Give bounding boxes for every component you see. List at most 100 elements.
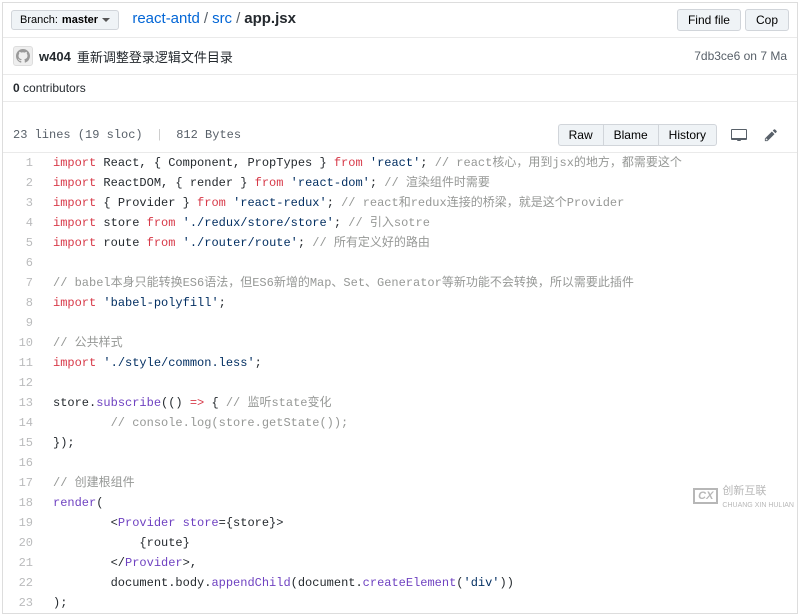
code-line: 20 {route} — [3, 533, 797, 553]
code-line: 5import route from './router/route'; // … — [3, 233, 797, 253]
line-content[interactable]: // 公共样式 — [43, 333, 797, 353]
view-button-group: Raw Blame History — [558, 124, 717, 146]
line-content[interactable]: import React, { Component, PropTypes } f… — [43, 153, 797, 173]
file-lines: 23 lines (19 sloc) — [13, 128, 143, 142]
line-content[interactable]: import route from './router/route'; // 所… — [43, 233, 797, 253]
code-line: 11import './style/common.less'; — [3, 353, 797, 373]
raw-button[interactable]: Raw — [558, 124, 603, 146]
line-number[interactable]: 16 — [3, 453, 43, 473]
code-line: 16 — [3, 453, 797, 473]
branch-name: master — [62, 14, 98, 26]
code-line: 9 — [3, 313, 797, 333]
branch-select-button[interactable]: Branch: master — [11, 10, 119, 30]
commit-bar: w404 重新调整登录逻辑文件目录 7db3ce6 on 7 Ma — [3, 38, 797, 75]
code-line: 7// babel本身只能转换ES6语法，但ES6新增的Map、Set、Gene… — [3, 273, 797, 293]
line-content[interactable] — [43, 313, 797, 333]
line-number[interactable]: 21 — [3, 553, 43, 573]
edit-icon-button[interactable] — [755, 126, 787, 144]
file-info: 23 lines (19 sloc) | 812 Bytes — [13, 128, 241, 142]
line-number[interactable]: 15 — [3, 433, 43, 453]
code-body: 1import React, { Component, PropTypes } … — [3, 153, 797, 613]
line-number[interactable]: 17 — [3, 473, 43, 493]
line-content[interactable]: }); — [43, 433, 797, 453]
desktop-icon-button[interactable] — [723, 126, 755, 144]
code-line: 10// 公共样式 — [3, 333, 797, 353]
octicon-logo-icon — [16, 49, 30, 63]
line-content[interactable]: import ReactDOM, { render } from 'react-… — [43, 173, 797, 193]
line-content[interactable]: import 'babel-polyfill'; — [43, 293, 797, 313]
line-number[interactable]: 14 — [3, 413, 43, 433]
line-content[interactable]: // babel本身只能转换ES6语法，但ES6新增的Map、Set、Gener… — [43, 273, 797, 293]
file-size: 812 Bytes — [176, 128, 241, 142]
file-view-container: Branch: master react-antd / src / app.js… — [2, 2, 798, 614]
breadcrumb-folder[interactable]: src — [212, 10, 232, 27]
line-number[interactable]: 22 — [3, 573, 43, 593]
find-file-button[interactable]: Find file — [677, 9, 741, 31]
line-number[interactable]: 2 — [3, 173, 43, 193]
line-number[interactable]: 4 — [3, 213, 43, 233]
copy-path-button[interactable]: Cop — [745, 9, 789, 31]
code-line: 3import { Provider } from 'react-redux';… — [3, 193, 797, 213]
code-line: 1import React, { Component, PropTypes } … — [3, 153, 797, 173]
breadcrumb: react-antd / src / app.jsx — [132, 10, 296, 27]
line-number[interactable]: 6 — [3, 253, 43, 273]
line-content[interactable]: <Provider store={store}> — [43, 513, 797, 533]
line-number[interactable]: 5 — [3, 233, 43, 253]
branch-label-text: Branch: — [20, 14, 58, 26]
header-right: Find file Cop — [677, 9, 789, 31]
pencil-icon — [763, 128, 779, 142]
code-line: 15}); — [3, 433, 797, 453]
line-number[interactable]: 7 — [3, 273, 43, 293]
line-content[interactable]: import { Provider } from 'react-redux'; … — [43, 193, 797, 213]
line-number[interactable]: 10 — [3, 333, 43, 353]
code-line: 6 — [3, 253, 797, 273]
line-content[interactable]: render( — [43, 493, 797, 513]
line-content[interactable]: ); — [43, 593, 797, 613]
file-toolbar: 23 lines (19 sloc) | 812 Bytes Raw Blame… — [3, 118, 797, 153]
commit-sha[interactable]: 7db3ce6 — [694, 49, 740, 63]
watermark-logo: CX — [693, 488, 718, 504]
line-content[interactable]: {route} — [43, 533, 797, 553]
line-content[interactable]: import './style/common.less'; — [43, 353, 797, 373]
breadcrumb-file: app.jsx — [244, 10, 296, 27]
line-content[interactable]: </Provider>, — [43, 553, 797, 573]
breadcrumb-repo[interactable]: react-antd — [132, 10, 200, 27]
line-number[interactable]: 20 — [3, 533, 43, 553]
line-number[interactable]: 8 — [3, 293, 43, 313]
line-content[interactable]: // 创建根组件 — [43, 473, 797, 493]
line-content[interactable] — [43, 253, 797, 273]
line-content[interactable]: // console.log(store.getState()); — [43, 413, 797, 433]
history-button[interactable]: History — [658, 124, 717, 146]
code-line: 12 — [3, 373, 797, 393]
line-content[interactable]: store.subscribe(() => { // 监听state变化 — [43, 393, 797, 413]
code-line: 18render( — [3, 493, 797, 513]
blame-button[interactable]: Blame — [603, 124, 658, 146]
line-number[interactable]: 23 — [3, 593, 43, 613]
line-content[interactable]: document.body.appendChild(document.creat… — [43, 573, 797, 593]
commit-date: 7 Ma — [760, 49, 787, 63]
code-line: 23); — [3, 593, 797, 613]
line-number[interactable]: 11 — [3, 353, 43, 373]
line-content[interactable]: import store from './redux/store/store';… — [43, 213, 797, 233]
commit-author[interactable]: w404 — [39, 49, 71, 64]
watermark-text: 创新互联 CHUANG XIN HULIAN — [722, 482, 794, 510]
line-number[interactable]: 9 — [3, 313, 43, 333]
watermark: CX 创新互联 CHUANG XIN HULIAN — [693, 482, 794, 510]
commit-message[interactable]: 重新调整登录逻辑文件目录 — [77, 47, 233, 66]
line-number[interactable]: 18 — [3, 493, 43, 513]
watermark-sub: CHUANG XIN HULIAN — [722, 502, 794, 509]
line-number[interactable]: 12 — [3, 373, 43, 393]
line-number[interactable]: 3 — [3, 193, 43, 213]
commit-date-prefix: on — [744, 49, 757, 63]
commit-left: w404 重新调整登录逻辑文件目录 — [13, 46, 233, 66]
line-number[interactable]: 19 — [3, 513, 43, 533]
code-line: 22 document.body.appendChild(document.cr… — [3, 573, 797, 593]
code-line: 13store.subscribe(() => { // 监听state变化 — [3, 393, 797, 413]
toolbar-right: Raw Blame History — [558, 124, 787, 146]
line-content[interactable] — [43, 453, 797, 473]
line-content[interactable] — [43, 373, 797, 393]
line-number[interactable]: 13 — [3, 393, 43, 413]
commit-meta: 7db3ce6 on 7 Ma — [694, 49, 787, 63]
line-number[interactable]: 1 — [3, 153, 43, 173]
watermark-brand: 创新互联 — [722, 485, 766, 497]
